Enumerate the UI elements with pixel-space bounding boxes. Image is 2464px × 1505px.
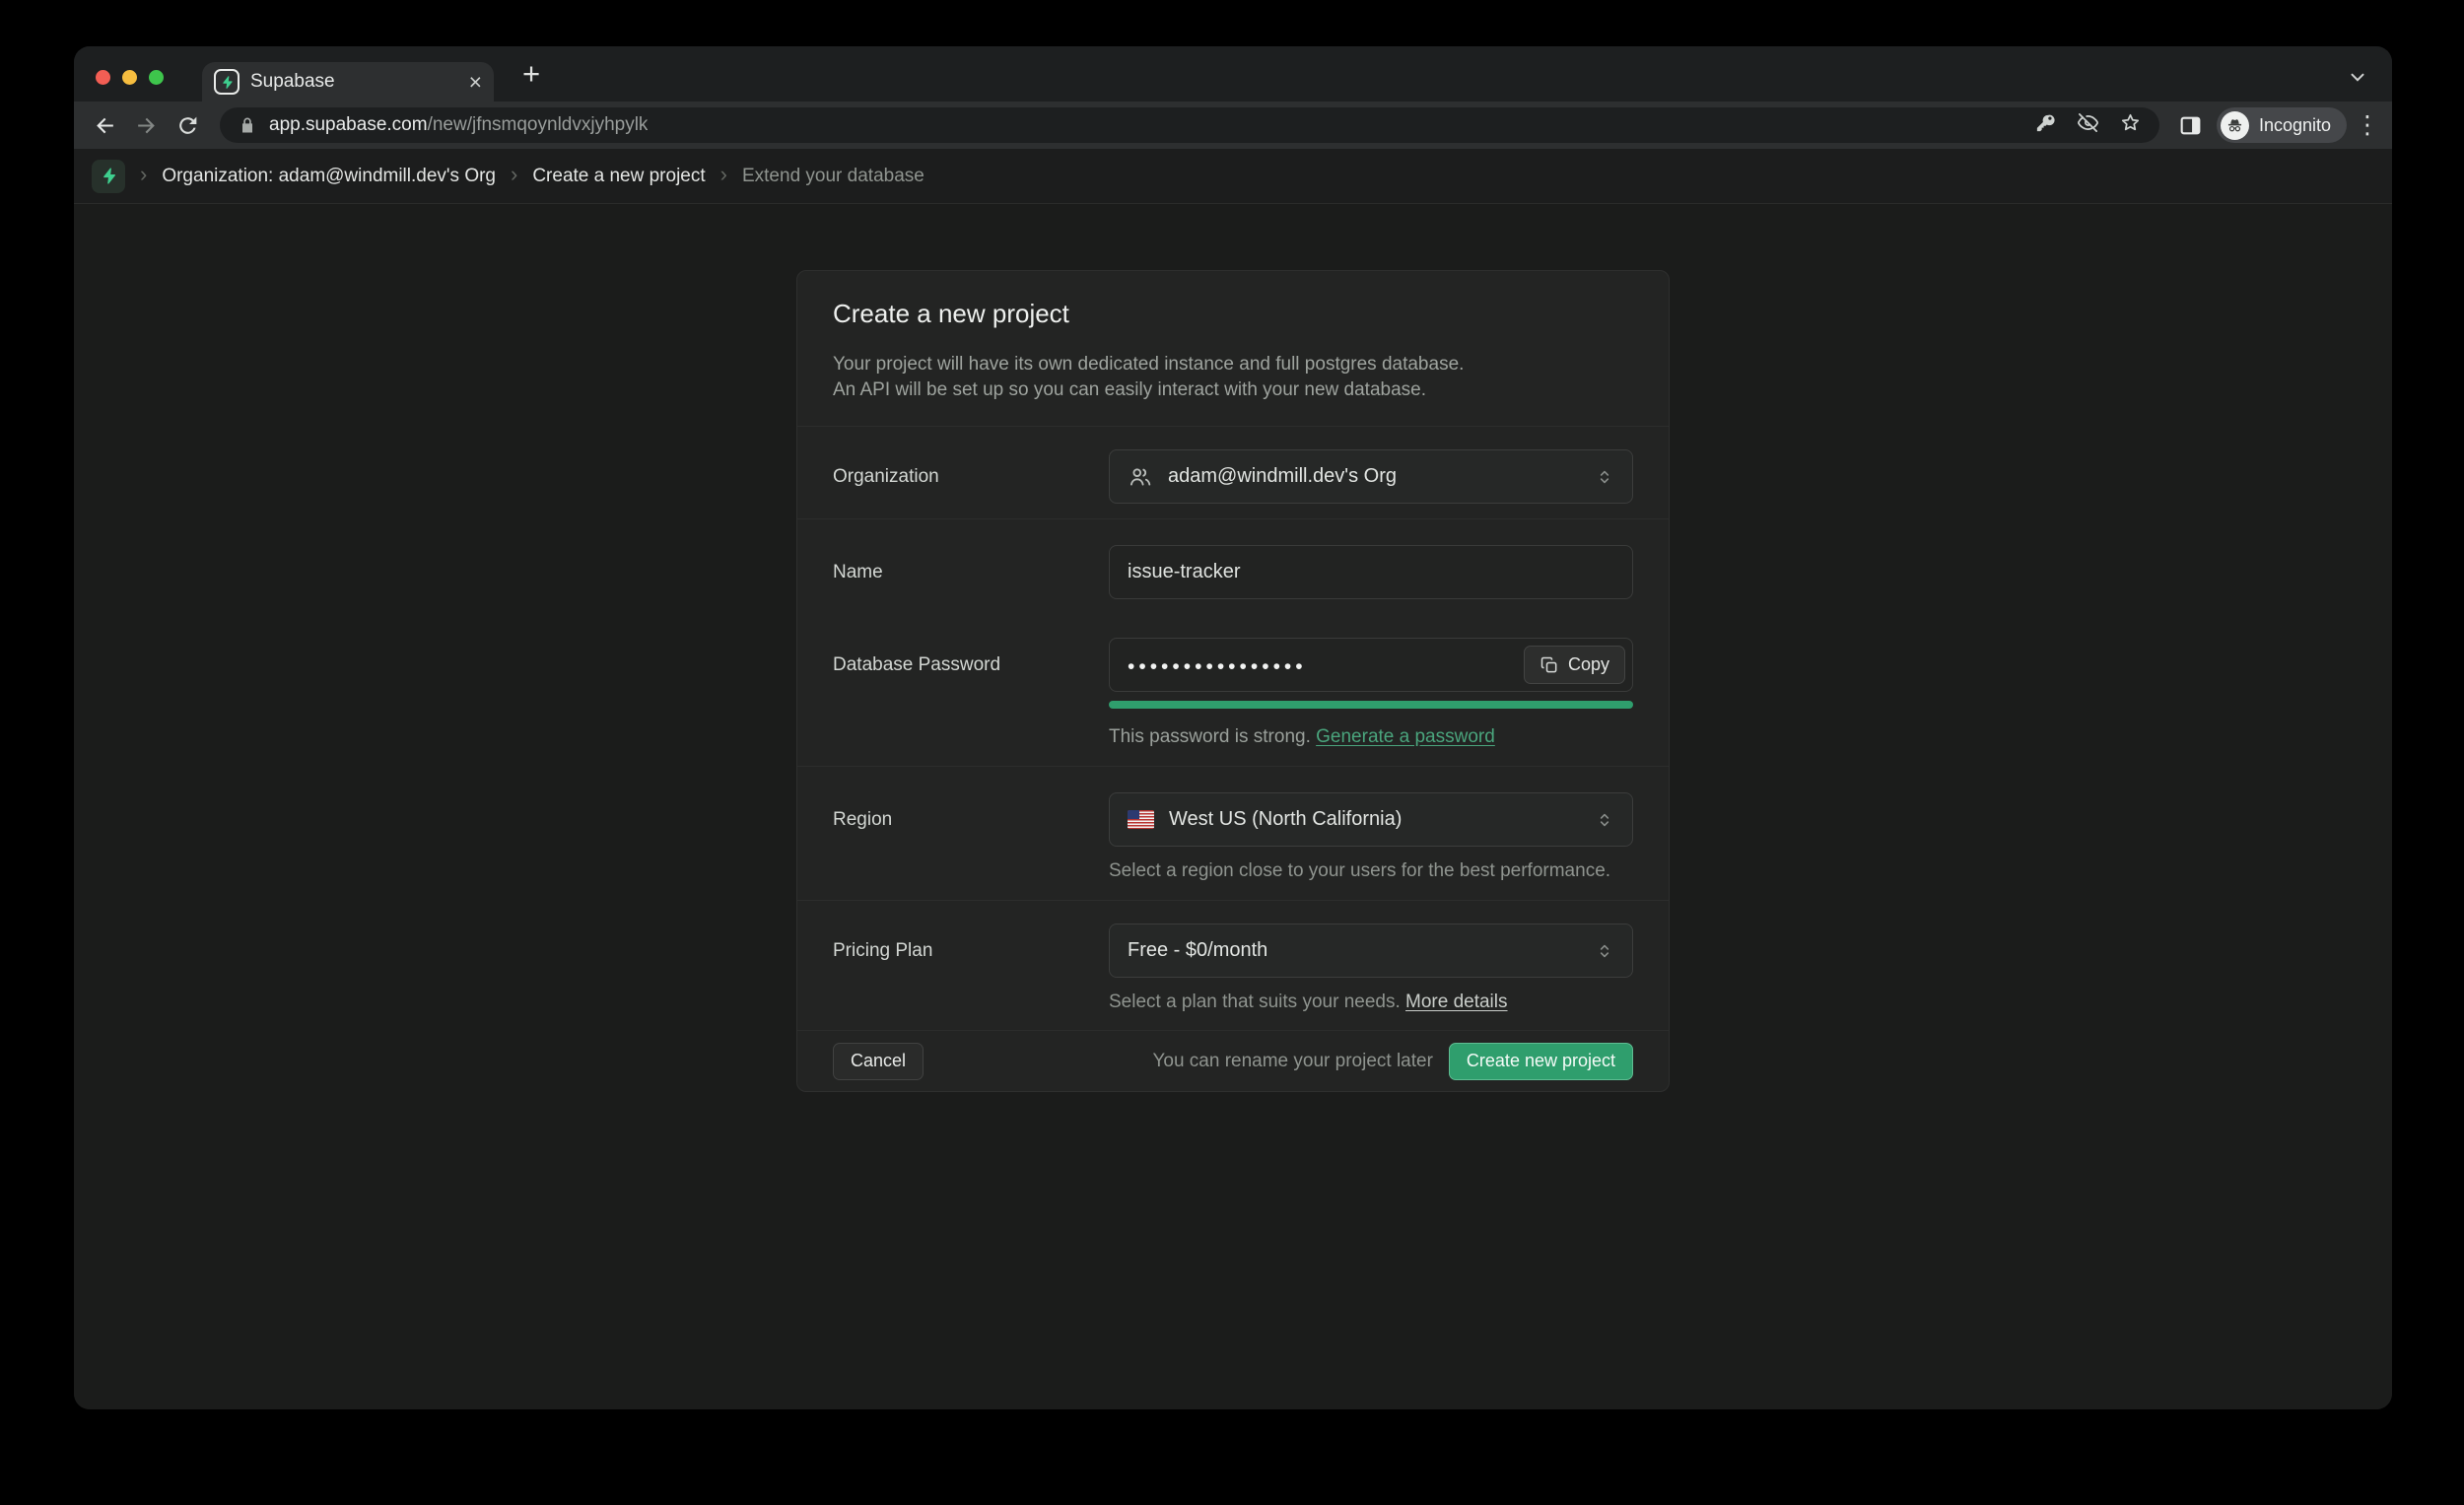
url-bar-actions bbox=[2034, 111, 2142, 139]
tab-close-icon[interactable]: × bbox=[469, 71, 482, 94]
minimize-window-button[interactable] bbox=[122, 70, 137, 85]
organization-label: Organization bbox=[833, 449, 1109, 504]
region-select[interactable]: West US (North California) bbox=[1109, 792, 1633, 847]
url-path: /new/jfnsmqoynldvxjyhpylk bbox=[428, 114, 649, 135]
incognito-icon bbox=[2221, 111, 2249, 140]
copy-icon bbox=[1540, 655, 1559, 675]
browser-menu-icon[interactable]: ⋮ bbox=[2355, 110, 2380, 140]
pricing-help-message: Select a plan that suits your needs. bbox=[1109, 992, 1401, 1012]
region-label: Region bbox=[833, 792, 1109, 883]
password-label: Database Password bbox=[833, 638, 1109, 749]
incognito-label: Incognito bbox=[2259, 115, 2331, 136]
region-row: Region West US (North California) Select… bbox=[797, 766, 1669, 900]
chevron-right-icon: › bbox=[720, 164, 727, 188]
tab-title: Supabase bbox=[250, 71, 458, 93]
tab-strip: Supabase × + bbox=[74, 46, 2392, 102]
password-strength-message: This password is strong. Generate a pass… bbox=[1109, 725, 1633, 749]
url-bar[interactable]: app.supabase.com/new/jfnsmqoynldvxjyhpyl… bbox=[220, 107, 2159, 143]
zoom-window-button[interactable] bbox=[149, 70, 164, 85]
rename-note: You can rename your project later bbox=[1152, 1051, 1432, 1072]
card-header: Create a new project Your project will h… bbox=[797, 271, 1669, 426]
breadcrumb-item-organization[interactable]: Organization: adam@windmill.dev's Org bbox=[162, 166, 496, 187]
us-flag-icon bbox=[1128, 810, 1154, 829]
incognito-profile-badge[interactable]: Incognito bbox=[2217, 107, 2347, 143]
pricing-label: Pricing Plan bbox=[833, 924, 1109, 1014]
select-chevrons-icon bbox=[1595, 809, 1614, 831]
password-masked-value: •••••••••••••••• bbox=[1128, 652, 1307, 677]
name-label: Name bbox=[833, 545, 1109, 599]
close-window-button[interactable] bbox=[96, 70, 110, 85]
page-title: Create a new project bbox=[833, 297, 1633, 330]
eye-off-icon[interactable] bbox=[2077, 111, 2099, 139]
card-description-line2: An API will be set up so you can easily … bbox=[833, 377, 1633, 403]
page-content: Create a new project Your project will h… bbox=[74, 204, 2392, 1409]
organization-value: adam@windmill.dev's Org bbox=[1168, 465, 1397, 488]
browser-window: Supabase × + app.supabase.c bbox=[74, 46, 2392, 1409]
url-host: app.supabase.com bbox=[269, 114, 428, 135]
back-icon[interactable] bbox=[86, 106, 123, 144]
window-controls bbox=[96, 70, 164, 85]
lock-icon bbox=[238, 115, 257, 135]
browser-toolbar: app.supabase.com/new/jfnsmqoynldvxjyhpyl… bbox=[74, 102, 2392, 149]
select-chevrons-icon bbox=[1595, 940, 1614, 962]
create-project-card: Create a new project Your project will h… bbox=[796, 270, 1670, 1092]
cancel-button[interactable]: Cancel bbox=[833, 1043, 924, 1080]
region-help-text: Select a region close to your users for … bbox=[1109, 859, 1633, 883]
desktop: Supabase × + app.supabase.c bbox=[0, 0, 2464, 1505]
strength-text: This password is strong. bbox=[1109, 726, 1311, 747]
chevron-right-icon: › bbox=[140, 164, 147, 188]
pricing-value: Free - $0/month bbox=[1128, 939, 1267, 962]
pricing-row: Pricing Plan Free - $0/month Select a pl… bbox=[797, 900, 1669, 1030]
region-value: West US (North California) bbox=[1169, 808, 1402, 831]
password-row: Database Password •••••••••••••••• Copy bbox=[797, 599, 1669, 766]
project-name-input[interactable] bbox=[1109, 545, 1633, 599]
organization-row: Organization adam@windmill.dev's Org bbox=[797, 426, 1669, 518]
reload-icon[interactable] bbox=[169, 106, 206, 144]
new-tab-button[interactable]: + bbox=[515, 60, 547, 88]
more-details-link[interactable]: More details bbox=[1405, 992, 1508, 1012]
create-new-project-button[interactable]: Create new project bbox=[1449, 1043, 1633, 1080]
organization-select[interactable]: adam@windmill.dev's Org bbox=[1109, 449, 1633, 504]
breadcrumb-item-extend-database: Extend your database bbox=[742, 166, 924, 187]
card-footer: Cancel You can rename your project later… bbox=[797, 1030, 1669, 1091]
supabase-favicon-icon bbox=[214, 69, 240, 95]
forward-icon[interactable] bbox=[127, 106, 165, 144]
side-panel-icon[interactable] bbox=[2173, 107, 2209, 143]
select-chevrons-icon bbox=[1595, 466, 1614, 488]
pricing-help-text: Select a plan that suits your needs. Mor… bbox=[1109, 991, 1633, 1014]
copy-password-button[interactable]: Copy bbox=[1524, 646, 1625, 684]
browser-tab-supabase[interactable]: Supabase × bbox=[202, 62, 494, 102]
users-icon bbox=[1128, 464, 1153, 490]
tab-search-chevron-icon[interactable] bbox=[2347, 66, 2368, 88]
supabase-logo-icon[interactable] bbox=[92, 160, 125, 193]
breadcrumb: › Organization: adam@windmill.dev's Org … bbox=[74, 149, 2392, 204]
pricing-select[interactable]: Free - $0/month bbox=[1109, 924, 1633, 978]
password-strength-bar bbox=[1109, 701, 1633, 709]
name-row: Name bbox=[797, 518, 1669, 599]
copy-button-label: Copy bbox=[1568, 654, 1609, 675]
chevron-right-icon: › bbox=[511, 164, 517, 188]
bookmark-star-icon[interactable] bbox=[2119, 111, 2142, 139]
key-icon[interactable] bbox=[2034, 111, 2057, 139]
breadcrumb-item-create-project[interactable]: Create a new project bbox=[532, 166, 705, 187]
card-description-line1: Your project will have its own dedicated… bbox=[833, 352, 1633, 377]
url-text: app.supabase.com/new/jfnsmqoynldvxjyhpyl… bbox=[269, 114, 648, 136]
generate-password-link[interactable]: Generate a password bbox=[1316, 726, 1495, 747]
